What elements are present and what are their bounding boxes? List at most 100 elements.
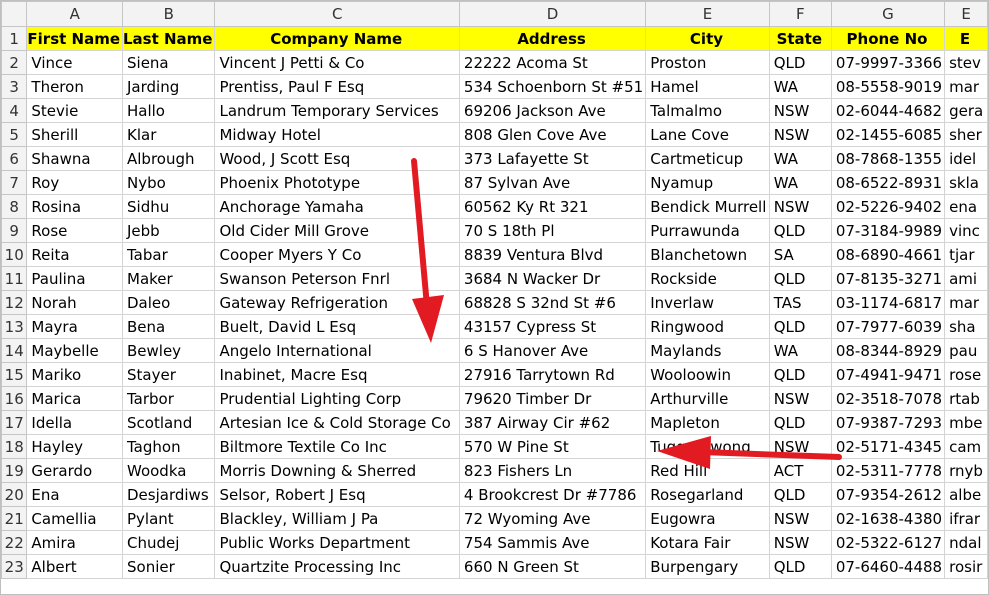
cell-address[interactable]: 823 Fishers Ln (458, 458, 647, 483)
cell-address[interactable]: 43157 Cypress St (458, 314, 647, 339)
cell-state[interactable]: QLD (768, 362, 832, 387)
cell-last-name[interactable]: Pylant (121, 506, 216, 531)
cell-city[interactable]: Inverlaw (645, 290, 770, 315)
cell-phone-no[interactable]: 07-9997-3366 (830, 50, 946, 75)
cell-city[interactable]: Purrawunda (645, 218, 770, 243)
row-header[interactable]: 14 (1, 338, 28, 363)
cell-first-name[interactable]: Norah (26, 290, 123, 315)
header-cell-last-name[interactable]: Last Name (121, 26, 216, 51)
row-header[interactable]: 13 (1, 314, 28, 339)
header-cell-state[interactable]: State (768, 26, 832, 51)
cell-last-name[interactable]: Klar (121, 122, 216, 147)
cell-address[interactable]: 3684 N Wacker Dr (458, 266, 647, 291)
cell-city[interactable]: Mapleton (645, 410, 770, 435)
row-header[interactable]: 11 (1, 266, 28, 291)
cell-phone-no[interactable]: 02-3518-7078 (830, 386, 946, 411)
cell-last-name[interactable]: Bena (121, 314, 216, 339)
cell-email[interactable]: rose (944, 362, 988, 387)
cell-phone-no[interactable]: 03-1174-6817 (830, 290, 946, 315)
cell-last-name[interactable]: Maker (121, 266, 216, 291)
cell-phone-no[interactable]: 07-3184-9989 (830, 218, 946, 243)
column-header-a[interactable]: A (26, 1, 123, 27)
cell-first-name[interactable]: Theron (26, 74, 123, 99)
cell-last-name[interactable]: Hallo (121, 98, 216, 123)
cell-phone-no[interactable]: 07-9387-7293 (830, 410, 946, 435)
cell-email[interactable]: ndal (944, 530, 988, 555)
cell-address[interactable]: 22222 Acoma St (458, 50, 647, 75)
column-header-e[interactable]: E (645, 1, 770, 27)
cell-phone-no[interactable]: 08-5558-9019 (830, 74, 946, 99)
cell-first-name[interactable]: Paulina (26, 266, 123, 291)
cell-first-name[interactable]: Rosina (26, 194, 123, 219)
cell-email[interactable]: ifrar (944, 506, 988, 531)
cell-first-name[interactable]: Mariko (26, 362, 123, 387)
column-header-d[interactable]: D (458, 1, 647, 27)
cell-city[interactable]: Burpengary (645, 554, 770, 579)
cell-first-name[interactable]: Vince (26, 50, 123, 75)
cell-address[interactable]: 8839 Ventura Blvd (458, 242, 647, 267)
cell-email[interactable]: rnyb (944, 458, 988, 483)
cell-email[interactable]: tjar (944, 242, 988, 267)
cell-last-name[interactable]: Desjardiws (121, 482, 216, 507)
cell-company-name[interactable]: Quartzite Processing Inc (214, 554, 460, 579)
cell-address[interactable]: 534 Schoenborn St #51 (458, 74, 647, 99)
cell-phone-no[interactable]: 07-7977-6039 (830, 314, 946, 339)
select-all-corner[interactable] (1, 1, 28, 27)
row-header[interactable]: 19 (1, 458, 28, 483)
cell-first-name[interactable]: Albert (26, 554, 123, 579)
cell-state[interactable]: TAS (768, 290, 832, 315)
row-header[interactable]: 20 (1, 482, 28, 507)
cell-phone-no[interactable]: 02-5226-9402 (830, 194, 946, 219)
cell-phone-no[interactable]: 02-5171-4345 (830, 434, 946, 459)
cell-first-name[interactable]: Amira (26, 530, 123, 555)
cell-first-name[interactable]: Roy (26, 170, 123, 195)
cell-last-name[interactable]: Sonier (121, 554, 216, 579)
cell-company-name[interactable]: Phoenix Phototype (214, 170, 460, 195)
cell-last-name[interactable]: Jebb (121, 218, 216, 243)
header-cell-address[interactable]: Address (458, 26, 647, 51)
cell-email[interactable]: rtab (944, 386, 988, 411)
header-cell-first-name[interactable]: First Name (26, 26, 123, 51)
cell-company-name[interactable]: Angelo International (214, 338, 460, 363)
cell-state[interactable]: QLD (768, 482, 832, 507)
cell-state[interactable]: NSW (768, 194, 832, 219)
cell-address[interactable]: 570 W Pine St (458, 434, 647, 459)
cell-city[interactable]: Arthurville (645, 386, 770, 411)
cell-state[interactable]: QLD (768, 314, 832, 339)
cell-state[interactable]: QLD (768, 554, 832, 579)
cell-email[interactable]: mar (944, 74, 988, 99)
cell-email[interactable]: skla (944, 170, 988, 195)
cell-last-name[interactable]: Nybo (121, 170, 216, 195)
row-header-1[interactable]: 1 (1, 26, 28, 51)
cell-phone-no[interactable]: 02-1638-4380 (830, 506, 946, 531)
header-cell-city[interactable]: City (645, 26, 770, 51)
cell-state[interactable]: WA (768, 170, 832, 195)
cell-city[interactable]: Talmalmo (645, 98, 770, 123)
cell-last-name[interactable]: Tabar (121, 242, 216, 267)
cell-state[interactable]: QLD (768, 218, 832, 243)
cell-first-name[interactable]: Sherill (26, 122, 123, 147)
row-header[interactable]: 4 (1, 98, 28, 123)
cell-phone-no[interactable]: 08-8344-8929 (830, 338, 946, 363)
cell-email[interactable]: vinc (944, 218, 988, 243)
cell-company-name[interactable]: Old Cider Mill Grove (214, 218, 460, 243)
cell-state[interactable]: QLD (768, 50, 832, 75)
cell-email[interactable]: stev (944, 50, 988, 75)
cell-company-name[interactable]: Midway Hotel (214, 122, 460, 147)
cell-company-name[interactable]: Cooper Myers Y Co (214, 242, 460, 267)
cell-state[interactable]: ACT (768, 458, 832, 483)
cell-phone-no[interactable]: 08-6522-8931 (830, 170, 946, 195)
cell-address[interactable]: 4 Brookcrest Dr #7786 (458, 482, 647, 507)
cell-last-name[interactable]: Taghon (121, 434, 216, 459)
cell-last-name[interactable]: Sidhu (121, 194, 216, 219)
cell-address[interactable]: 87 Sylvan Ave (458, 170, 647, 195)
cell-city[interactable]: Red Hill (645, 458, 770, 483)
cell-company-name[interactable]: Biltmore Textile Co Inc (214, 434, 460, 459)
row-header[interactable]: 8 (1, 194, 28, 219)
cell-phone-no[interactable]: 08-6890-4661 (830, 242, 946, 267)
cell-first-name[interactable]: Rose (26, 218, 123, 243)
cell-address[interactable]: 72 Wyoming Ave (458, 506, 647, 531)
cell-address[interactable]: 79620 Timber Dr (458, 386, 647, 411)
cell-company-name[interactable]: Public Works Department (214, 530, 460, 555)
cell-city[interactable]: Maylands (645, 338, 770, 363)
